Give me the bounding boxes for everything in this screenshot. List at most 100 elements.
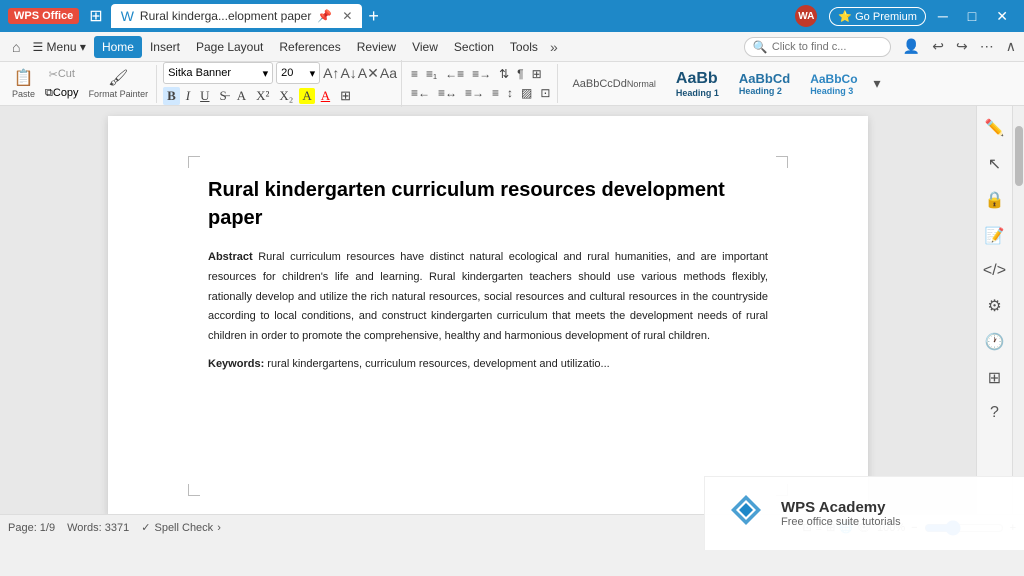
format-painter-button[interactable]: 🖌 Format Painter [85, 66, 153, 101]
minimize-button[interactable]: ─ [930, 8, 956, 24]
style-scroll-button[interactable]: ▾ [870, 73, 885, 94]
italic-button[interactable]: I [182, 87, 194, 105]
help-tool-icon[interactable]: ? [986, 400, 1003, 426]
window-controls: WA ⭐ Go Premium ─ □ ✕ [795, 5, 1016, 27]
right-panel: ✏️ ↖ 🔒 📝 </> ⚙ 🕐 ⊞ ? [976, 106, 1012, 514]
font-name-selector[interactable]: Sitka Banner ▾ [163, 62, 273, 84]
menu-menu-item[interactable]: ☰ Menu ▾ [24, 36, 93, 58]
align-center-button[interactable]: ≡↔ [435, 85, 460, 101]
tab-title: Rural kinderga...elopment paper [140, 9, 311, 23]
more-menu-button[interactable]: » [546, 37, 562, 57]
show-hide-button[interactable]: ¶ [514, 66, 526, 82]
scroll-thumb[interactable] [1015, 126, 1023, 186]
settings-tool-icon[interactable]: ⚙ [983, 292, 1005, 320]
justify-button[interactable]: ≡ [489, 85, 502, 101]
borders-button[interactable]: ⊡ [537, 85, 553, 101]
ordered-list-button[interactable]: ≡₁ [423, 66, 440, 82]
font-dropdown-arrow: ▾ [263, 67, 269, 80]
edit-tool-icon[interactable]: ✏️ [981, 114, 1009, 142]
border-button[interactable]: ⊞ [336, 87, 355, 105]
document-tab[interactable]: W Rural kinderga...elopment paper 📌 ✕ [111, 4, 363, 28]
bold-button[interactable]: B [163, 87, 180, 105]
subscript-button[interactable]: X₂ [275, 87, 297, 105]
style-heading1[interactable]: AaBb Heading 1 [668, 68, 727, 100]
collapse-ribbon-icon[interactable]: ∧ [1002, 36, 1020, 57]
document-title[interactable]: Rural kindergarten curriculum resources … [208, 176, 768, 232]
undo-icon[interactable]: ↩ [928, 36, 948, 57]
search-icon: 🔍 [753, 40, 768, 54]
tab-close-button[interactable]: ✕ [342, 9, 352, 23]
maximize-button[interactable]: □ [960, 8, 984, 24]
line-spacing-button[interactable]: ↕ [504, 85, 516, 101]
pin-icon[interactable]: 📌 [317, 9, 332, 23]
menu-insert-item[interactable]: Insert [142, 36, 188, 58]
table-button[interactable]: ⊞ [529, 66, 545, 82]
clipboard-group: 📋 Paste ✂ Cut ⧉ Copy 🖌 Format Painter [4, 65, 157, 103]
format-painter-icon: 🖌 [108, 68, 128, 88]
page-corner-bl [188, 484, 200, 496]
layout-icon[interactable]: ⊞ [89, 6, 102, 26]
menu-section-item[interactable]: Section [446, 36, 502, 58]
strikethrough-button[interactable]: S̶ [216, 87, 231, 105]
menu-tools-item[interactable]: Tools [502, 36, 546, 58]
spell-check-arrow: › [217, 522, 221, 534]
redo-icon[interactable]: ↪ [952, 36, 972, 57]
annotation-tool-icon[interactable]: 📝 [981, 222, 1009, 250]
align-right-button[interactable]: ≡→ [462, 85, 487, 101]
text-color-button[interactable]: A [317, 87, 334, 105]
scroll-track[interactable] [1012, 106, 1024, 514]
wps-logo: WPS Office [8, 8, 79, 24]
spell-check[interactable]: ✓ Spell Check › [141, 521, 221, 534]
decrease-font-button[interactable]: A↓ [340, 66, 356, 80]
menu-home-item[interactable]: Home [94, 36, 142, 58]
document-keywords[interactable]: Keywords: rural kindergartens, curriculu… [208, 355, 768, 375]
home-quick-icon[interactable]: ⌂ [8, 37, 24, 57]
style-heading3[interactable]: AaBbCo Heading 3 [802, 70, 865, 98]
code-tool-icon[interactable]: </> [979, 258, 1010, 284]
font-color-button[interactable]: A [233, 87, 250, 105]
premium-button[interactable]: ⭐ Go Premium [829, 7, 926, 26]
indent-increase-button[interactable]: ≡→ [469, 66, 494, 82]
unordered-list-button[interactable]: ≡ [408, 66, 421, 82]
style-heading2[interactable]: AaBbCd Heading 2 [731, 69, 798, 98]
menu-references-item[interactable]: References [271, 36, 348, 58]
page-corner-tr [776, 156, 788, 168]
menu-view-item[interactable]: View [404, 36, 446, 58]
font-size-selector[interactable]: 20 ▾ [276, 62, 320, 84]
font-case-button[interactable]: Aa [380, 66, 397, 80]
font-resize-buttons: A↑ A↓ A✕ Aa [323, 66, 397, 80]
menu-review-item[interactable]: Review [349, 36, 404, 58]
style-normal[interactable]: AaBbCcDd Normal [564, 76, 663, 92]
wps-academy-overlay: WPS Academy Free office suite tutorials [704, 476, 1024, 550]
word-count[interactable]: Words: 3371 [67, 522, 129, 534]
paragraph-group: ≡ ≡₁ ←≡ ≡→ ⇅ ¶ ⊞ ≡← ≡↔ ≡→ ≡ ↕ ▨ ⊡ [404, 64, 558, 103]
sort-button[interactable]: ⇅ [496, 66, 512, 82]
cursor-tool-icon[interactable]: ↖ [984, 150, 1005, 178]
close-button[interactable]: ✕ [988, 8, 1016, 25]
menu-pagelayout-item[interactable]: Page Layout [188, 36, 271, 58]
new-tab-button[interactable]: + [368, 6, 379, 27]
cut-button[interactable]: ✂ Cut [41, 66, 83, 83]
align-left-button[interactable]: ≡← [408, 85, 433, 101]
paste-button[interactable]: 📋 Paste [8, 66, 39, 101]
menu-bar: ⌂ ☰ Menu ▾ Home Insert Page Layout Refer… [0, 32, 1024, 62]
superscript-button[interactable]: X² [252, 87, 273, 105]
search-box[interactable]: 🔍 [744, 37, 891, 57]
underline-button[interactable]: U [196, 87, 213, 105]
clear-format-button[interactable]: A✕ [358, 66, 379, 80]
search-input[interactable] [772, 41, 882, 53]
more-options-icon[interactable]: ⋯ [976, 36, 998, 57]
copy-button[interactable]: ⧉ Copy [41, 85, 83, 102]
share-icon[interactable]: 👤 [899, 36, 924, 57]
wps-academy-text: WPS Academy Free office suite tutorials [781, 499, 901, 528]
document-abstract[interactable]: Abstract Rural curriculum resources have… [208, 248, 768, 347]
font-highlight-button[interactable]: A [299, 88, 314, 104]
indent-decrease-button[interactable]: ←≡ [442, 66, 467, 82]
shading-button[interactable]: ▨ [518, 85, 535, 101]
history-tool-icon[interactable]: 🕐 [981, 328, 1009, 356]
size-dropdown-arrow: ▾ [310, 67, 316, 80]
wps-academy-logo [721, 485, 771, 542]
table-tool-icon[interactable]: ⊞ [984, 364, 1005, 392]
lock-tool-icon[interactable]: 🔒 [981, 186, 1009, 214]
increase-font-button[interactable]: A↑ [323, 66, 339, 80]
